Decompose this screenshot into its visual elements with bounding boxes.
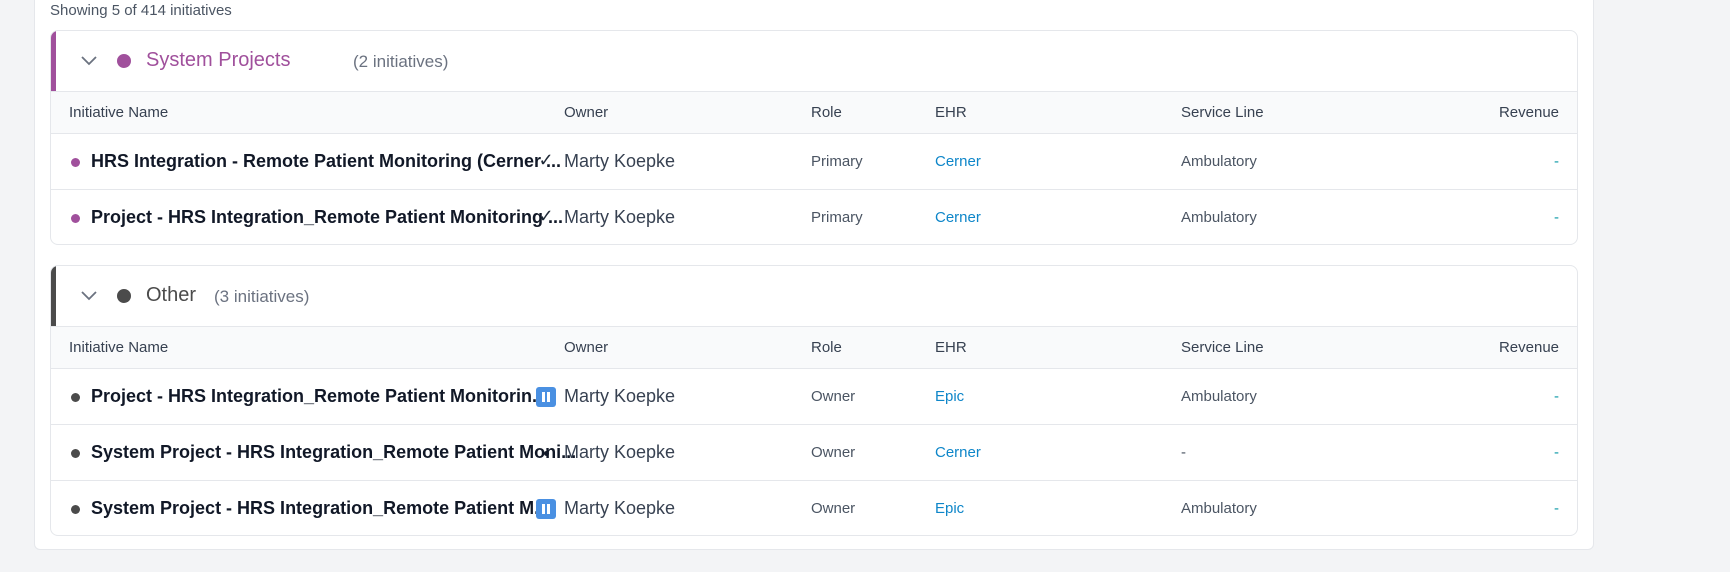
initiative-name[interactable]: Project - HRS Integration_Remote Patient… [91,207,563,228]
column-header-service-line[interactable]: Service Line [1181,104,1264,121]
ehr-link[interactable]: Cerner [935,209,981,226]
group-header[interactable]: System Projects (2 initiatives) [51,31,1577,92]
revenue-value: - [1554,500,1559,517]
initiative-name[interactable]: System Project - HRS Integration_Remote … [91,498,549,519]
group-header[interactable]: Other (3 initiatives) [51,266,1577,327]
group-title: Other [146,284,197,306]
service-line-value: Ambulatory [1181,153,1257,170]
table-header: Initiative Name Owner Role EHR Service L… [51,92,1577,134]
revenue-value: - [1554,388,1559,405]
group-title: System Projects [146,49,291,71]
column-header-service-line[interactable]: Service Line [1181,339,1264,356]
chevron-down-icon[interactable] [79,288,99,304]
pause-icon [536,387,556,407]
column-header-role[interactable]: Role [811,339,842,356]
row-color-dot [71,158,80,167]
table-header: Initiative Name Owner Role EHR Service L… [51,327,1577,369]
column-header-initiative-name[interactable]: Initiative Name [69,104,168,121]
revenue-value: - [1554,444,1559,461]
row-color-dot [71,449,80,458]
group-system-projects: System Projects (2 initiatives) Initiati… [50,30,1578,245]
ehr-link[interactable]: Epic [935,500,964,517]
table-row[interactable]: Project - HRS Integration_Remote Patient… [51,190,1577,244]
owner-name: Marty Koepke [564,386,676,406]
table-row[interactable]: System Project - HRS Integration_Remote … [51,481,1577,535]
role-value: Primary [811,209,863,226]
service-line-value: Ambulatory [1181,388,1257,405]
ehr-link[interactable]: Cerner [935,444,981,461]
chevron-down-icon[interactable] [79,53,99,69]
owner-name: Marty Koepke [564,498,676,518]
column-header-initiative-name[interactable]: Initiative Name [69,339,168,356]
initiative-name[interactable]: HRS Integration - Remote Patient Monitor… [91,151,561,172]
service-line-value: Ambulatory [1181,209,1257,226]
group-other: Other (3 initiatives) Initiative Name Ow… [50,265,1578,536]
column-header-revenue[interactable]: Revenue [1499,104,1559,121]
owner-name: Marty Koepke [564,207,676,227]
column-header-role[interactable]: Role [811,104,842,121]
group-color-dot [117,54,131,68]
row-color-dot [71,393,80,402]
row-color-dot [71,214,80,223]
group-color-dot [117,289,131,303]
owner-name: Marty Koepke [564,151,676,171]
revenue-value: - [1554,153,1559,170]
revenue-value: - [1554,209,1559,226]
role-value: Owner [811,388,856,405]
results-count: Showing 5 of 414 initiatives [50,2,232,19]
ehr-link[interactable]: Epic [935,388,964,405]
check-icon: ✓ [538,206,554,226]
initiative-name[interactable]: Project - HRS Integration_Remote Patient… [91,386,547,407]
ehr-link[interactable]: Cerner [935,153,981,170]
owner-name: Marty Koepke [564,442,676,462]
column-header-ehr[interactable]: EHR [935,104,967,121]
column-header-ehr[interactable]: EHR [935,339,967,356]
group-count: (2 initiatives) [353,52,449,71]
role-value: Owner [811,444,856,461]
check-icon: ✓ [538,150,554,170]
column-header-revenue[interactable]: Revenue [1499,339,1559,356]
row-color-dot [71,505,80,514]
bullet-icon [544,451,549,456]
group-count: (3 initiatives) [214,287,310,306]
column-header-owner[interactable]: Owner [564,104,608,121]
role-value: Owner [811,500,856,517]
service-line-value: - [1181,444,1186,461]
role-value: Primary [811,153,863,170]
column-header-owner[interactable]: Owner [564,339,608,356]
service-line-value: Ambulatory [1181,500,1257,517]
pause-icon [536,499,556,519]
table-row[interactable]: HRS Integration - Remote Patient Monitor… [51,134,1577,190]
table-row[interactable]: Project - HRS Integration_Remote Patient… [51,369,1577,425]
initiative-name[interactable]: System Project - HRS Integration_Remote … [91,442,576,463]
table-row[interactable]: System Project - HRS Integration_Remote … [51,425,1577,481]
